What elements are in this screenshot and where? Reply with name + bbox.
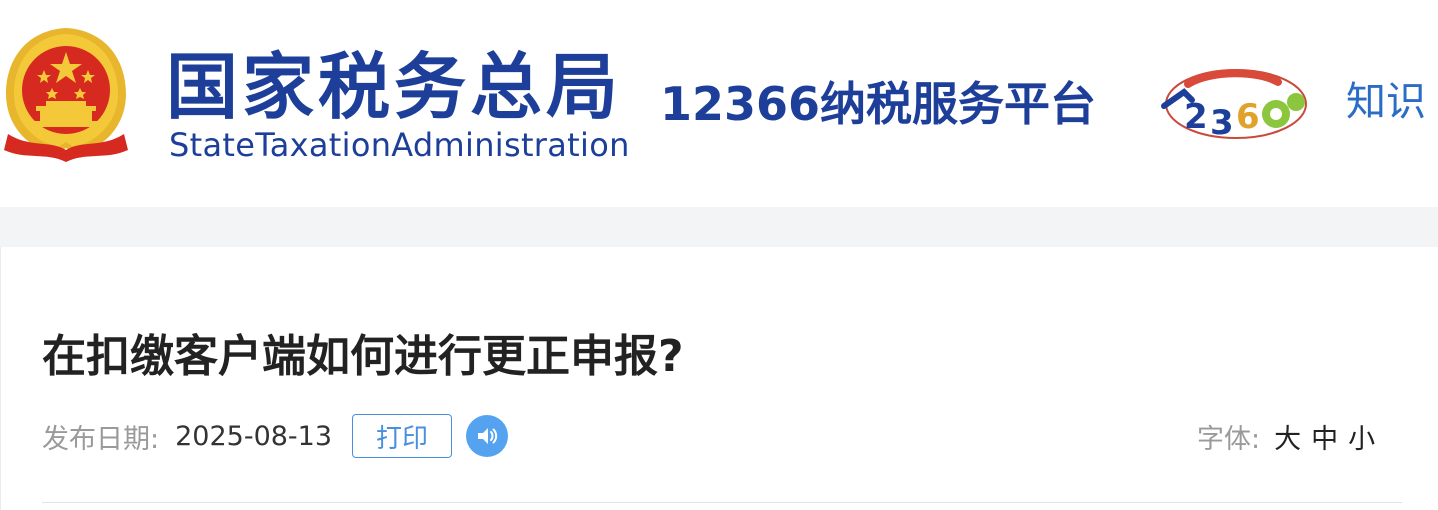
svg-text:2: 2 (1184, 97, 1208, 137)
article-title: 在扣缴客户端如何进行更正申报? (42, 331, 684, 382)
site-header: 国家税务总局 StateTaxationAdministration 12366… (0, 0, 1438, 207)
platform-title: 12366纳税服务平台 (660, 77, 1097, 131)
site-title-cn: 国家税务总局 (166, 45, 623, 129)
article-meta: 发布日期: 2025-08-13 打印 (42, 413, 509, 459)
speaker-icon (478, 428, 498, 444)
nav-link-knowledge[interactable]: 知识 (1346, 76, 1426, 128)
svg-text:3: 3 (1210, 103, 1234, 143)
site-title-en: StateTaxationAdministration (169, 126, 630, 164)
svg-text:6: 6 (1236, 97, 1260, 137)
publish-date-label: 发布日期: (42, 423, 160, 455)
font-size-large[interactable]: 大 (1274, 417, 1301, 456)
header-separator-band (0, 207, 1438, 247)
print-button[interactable]: 打印 (352, 414, 453, 458)
font-size-medium[interactable]: 中 (1311, 417, 1338, 456)
publish-date: 2025-08-13 (175, 420, 333, 452)
article-divider (42, 502, 1402, 503)
12366-logo-icon: 2 3 6 (1161, 69, 1307, 143)
font-size-switcher: 字体: 大 中 小 (1197, 413, 1375, 459)
article-panel: 在扣缴客户端如何进行更正申报? 发布日期: 2025-08-13 打印 字体: … (0, 247, 1438, 510)
font-size-small[interactable]: 小 (1348, 417, 1375, 456)
font-size-label: 字体: (1197, 423, 1261, 455)
read-aloud-button[interactable] (466, 415, 509, 457)
national-emblem-icon (4, 28, 128, 162)
